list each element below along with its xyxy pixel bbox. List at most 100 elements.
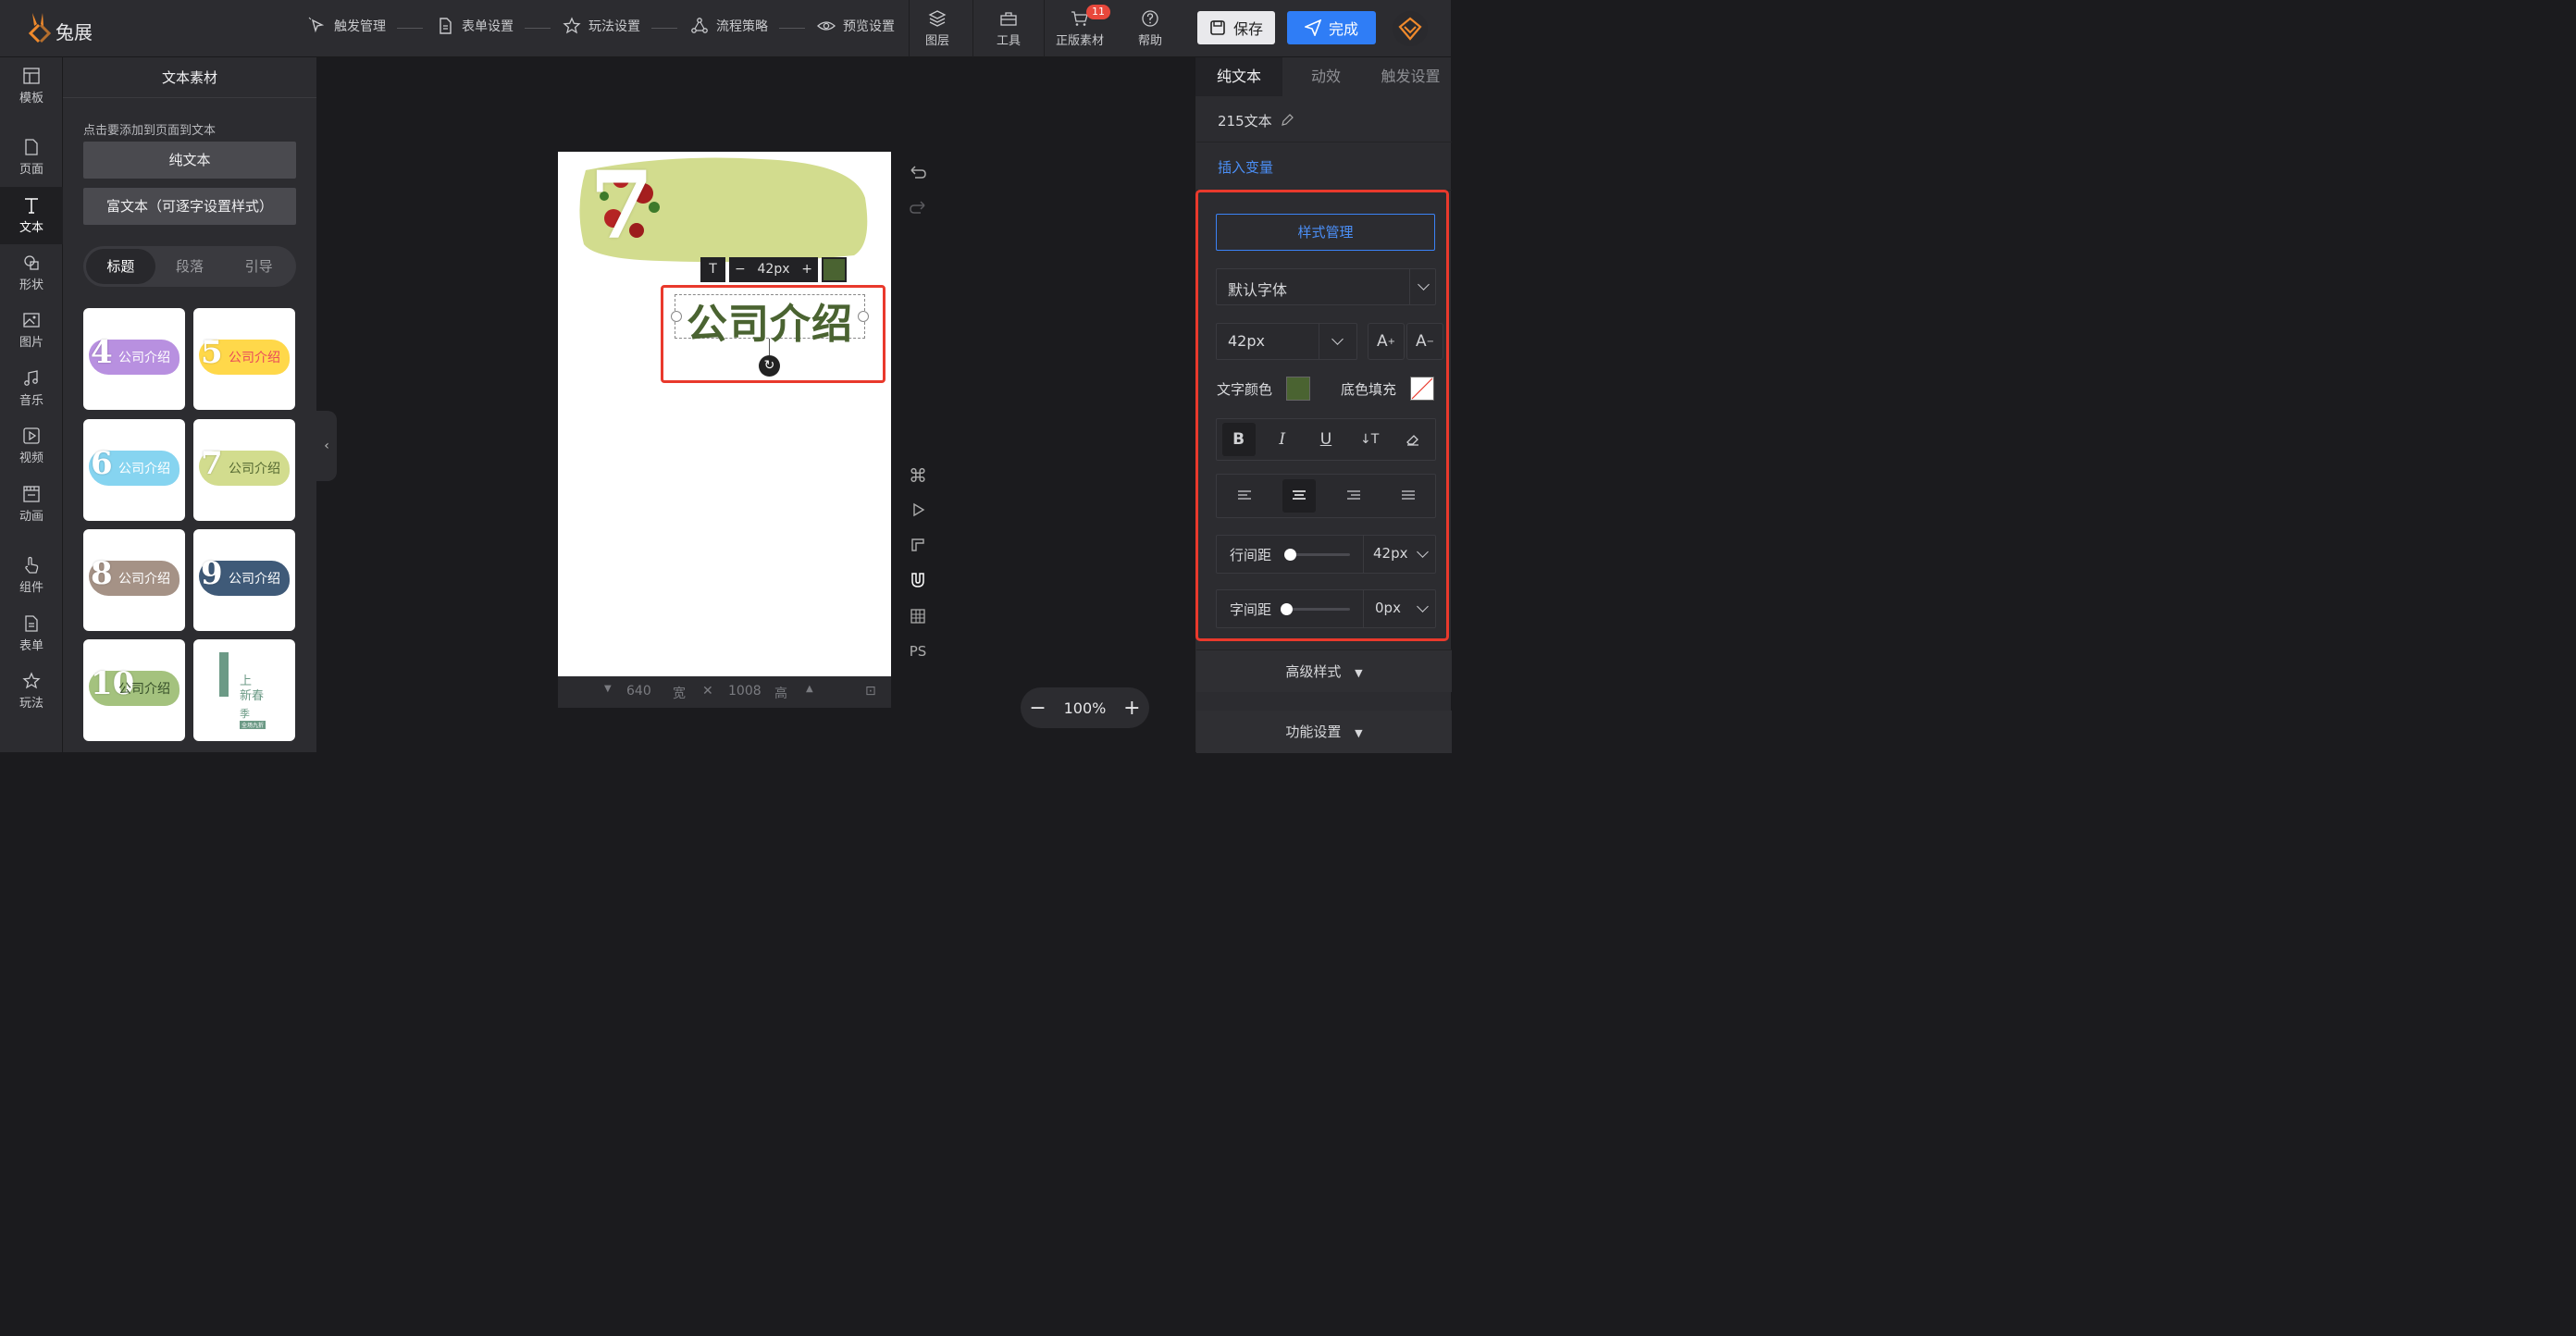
text-template-thumb[interactable]: 7 公司介绍	[193, 419, 295, 521]
collapse-panel-button[interactable]: ‹	[316, 411, 337, 481]
vip-avatar[interactable]	[1393, 11, 1428, 46]
thumb-number: 6	[91, 445, 113, 482]
grid-icon[interactable]	[905, 608, 931, 628]
element-name[interactable]: 215文本	[1218, 111, 1272, 130]
left-nav-rail: 模板 页面 文本 形状 图片 音乐 视频 动画 组件 表单 玩法	[0, 57, 63, 752]
rail-label: 模板	[19, 92, 43, 105]
document-icon	[440, 18, 452, 34]
redo-icon[interactable]	[905, 198, 931, 222]
thumb-tag: 全场九折	[240, 721, 266, 729]
plus-icon[interactable]: +	[801, 257, 812, 282]
video-icon	[23, 427, 40, 444]
rail-item-animation[interactable]: 动画	[0, 476, 63, 533]
tab-title[interactable]: 标题	[86, 249, 155, 284]
undo-icon[interactable]	[905, 163, 931, 187]
font-size-stepper[interactable]: − 42px +	[729, 257, 818, 282]
toolbar-divider	[972, 0, 973, 57]
step-label: 玩法设置	[588, 19, 640, 34]
image-icon	[23, 313, 40, 328]
insert-variable-link[interactable]: 插入变量	[1218, 157, 1273, 177]
height-input[interactable]: 1008	[728, 684, 762, 699]
step-trigger[interactable]: 触发管理	[308, 17, 386, 35]
done-label: 完成	[1328, 20, 1358, 38]
rail-label: 动画	[19, 510, 43, 524]
add-plain-text-button[interactable]: 纯文本	[83, 142, 296, 179]
panel-hint: 点击要添加到页面到文本	[83, 124, 217, 138]
text-template-thumb[interactable]: 5 公司介绍	[193, 308, 295, 410]
text-template-thumb[interactable]: 6 公司介绍	[83, 419, 185, 521]
save-label: 保存	[1232, 20, 1263, 38]
ruler-icon[interactable]	[905, 537, 931, 557]
thumb-text: 公司介绍	[229, 572, 280, 587]
thumb-text: 公司介绍	[118, 351, 170, 365]
text-type-icon[interactable]: T	[700, 257, 725, 282]
tab-guide[interactable]: 引导	[224, 249, 293, 284]
cursor-click-icon	[308, 17, 325, 33]
rail-item-components[interactable]: 组件	[0, 547, 63, 604]
rail-item-images[interactable]: 图片	[0, 302, 63, 359]
tab-animation[interactable]: 动效	[1282, 57, 1369, 96]
thumb-text: 公司介绍	[118, 572, 170, 587]
magnet-icon[interactable]	[905, 571, 931, 593]
rail-item-video[interactable]: 视频	[0, 417, 63, 475]
save-button[interactable]: 保存	[1197, 11, 1275, 44]
tab-paragraph[interactable]: 段落	[155, 249, 225, 284]
height-label: 高	[774, 687, 787, 701]
rail-item-gameplay[interactable]: 玩法	[0, 662, 63, 720]
rail-item-text[interactable]: 文本	[0, 187, 63, 244]
step-flow[interactable]: 流程策略	[690, 17, 768, 35]
tab-trigger[interactable]: 触发设置	[1369, 57, 1452, 96]
text-template-thumb[interactable]: 10 公司介绍	[83, 639, 185, 741]
rail-item-pages[interactable]: 页面	[0, 129, 63, 186]
rail-item-templates[interactable]: 模板	[0, 57, 63, 115]
caret-down-icon: ▼	[1355, 667, 1363, 679]
panel-title: 文本素材	[63, 57, 316, 98]
text-template-thumb[interactable]: 4 公司介绍	[83, 308, 185, 410]
link-icon[interactable]: ✕	[702, 684, 713, 699]
advanced-style-toggle[interactable]: 高级样式 ▼	[1196, 649, 1452, 692]
app-logo[interactable]: 兔展	[28, 11, 93, 44]
done-button[interactable]: 完成	[1287, 11, 1376, 44]
caret-down-icon[interactable]: ▼	[604, 684, 612, 694]
rail-item-forms[interactable]: 表单	[0, 605, 63, 662]
rail-label: 表单	[19, 639, 43, 653]
zoom-in-icon[interactable]: +	[1123, 697, 1140, 720]
tools-button[interactable]: 工具	[981, 9, 1036, 48]
zoom-control: − 100% +	[1021, 687, 1149, 728]
text-template-thumb[interactable]: 8 公司介绍	[83, 529, 185, 631]
rail-label: 音乐	[19, 394, 43, 408]
play-icon[interactable]	[905, 501, 931, 522]
top-toolbar: 兔展 触发管理 表单设置 玩法设置 流程策略 预览设置 图层 工具 正版素材 1…	[0, 0, 1451, 57]
rail-item-music[interactable]: 音乐	[0, 360, 63, 417]
width-input[interactable]: 640	[626, 684, 651, 699]
caret-up-icon[interactable]: ▲	[806, 684, 813, 694]
page-icon	[25, 139, 38, 155]
zoom-out-icon[interactable]: −	[1029, 697, 1046, 720]
help-button[interactable]: 帮助	[1122, 9, 1178, 48]
materials-button[interactable]: 正版素材 11	[1051, 5, 1110, 48]
text-template-thumb[interactable]: 上 新春 季 全场九折	[193, 639, 295, 741]
shortcut-icon[interactable]: ⌘	[905, 464, 931, 487]
hand-pointer-icon	[25, 556, 39, 574]
page-canvas[interactable]: 7 公司介绍 ↻	[558, 152, 891, 676]
add-rich-text-button[interactable]: 富文本（可逐字设置样式）	[83, 188, 296, 225]
text-template-thumb[interactable]: 9 公司介绍	[193, 529, 295, 631]
step-label: 表单设置	[462, 19, 514, 34]
text-color-swatch[interactable]	[822, 257, 847, 282]
lock-icon[interactable]: ⊡	[865, 684, 876, 699]
toolbar-divider	[1044, 0, 1045, 57]
step-form[interactable]: 表单设置	[436, 17, 514, 35]
edit-pencil-icon[interactable]	[1281, 114, 1294, 127]
minus-icon[interactable]: −	[735, 257, 746, 282]
layers-button[interactable]: 图层	[910, 9, 965, 48]
ps-import-button[interactable]: PS	[905, 643, 931, 660]
step-gameplay[interactable]: 玩法设置	[563, 17, 640, 35]
function-settings-toggle[interactable]: 功能设置 ▼	[1196, 711, 1452, 753]
tab-plain-text[interactable]: 纯文本	[1195, 57, 1282, 96]
animation-icon	[23, 486, 40, 502]
save-icon	[1210, 20, 1225, 35]
layers-icon	[928, 10, 947, 27]
rail-item-shapes[interactable]: 形状	[0, 244, 63, 302]
font-size-value: 42px	[757, 262, 790, 277]
step-preview[interactable]: 预览设置	[817, 17, 895, 35]
